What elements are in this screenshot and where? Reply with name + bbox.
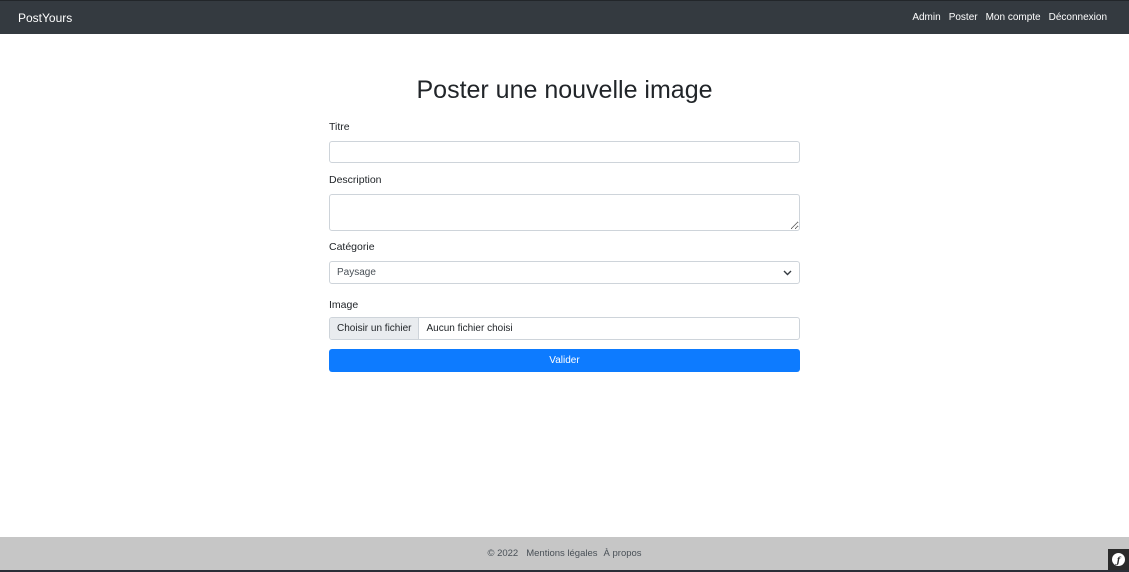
footer-legal-link[interactable]: Mentions légales [526, 548, 597, 559]
page-footer: © 2022 Mentions légales À propos [0, 537, 1129, 570]
symfony-toolbar-icon[interactable]: ƒ [1108, 549, 1129, 570]
submit-button[interactable]: Valider [329, 349, 800, 372]
title-label: Titre [329, 121, 350, 133]
chevron-down-icon [783, 268, 792, 278]
image-label: Image [329, 299, 359, 311]
choose-file-button[interactable]: Choisir un fichier [330, 318, 420, 339]
nav-links: Admin Poster Mon compte Déconnexion [908, 12, 1111, 23]
nav-link-deconnexion[interactable]: Déconnexion [1045, 12, 1111, 23]
nav-link-admin[interactable]: Admin [908, 12, 944, 23]
footer-about-link[interactable]: À propos [604, 548, 642, 559]
category-select[interactable]: Paysage [329, 261, 800, 284]
page-title: Poster une nouvelle image [416, 76, 713, 104]
main-content: Poster une nouvelle image Titre Descript… [329, 34, 800, 372]
post-image-form: Titre Description Catégorie Paysage Imag… [329, 120, 800, 372]
file-status-text: Aucun fichier choisi [426, 323, 513, 334]
category-selected-value: Paysage [337, 267, 376, 278]
title-input[interactable] [329, 141, 800, 163]
top-navbar: PostYours Admin Poster Mon compte Déconn… [0, 0, 1129, 34]
nav-link-poster[interactable]: Poster [945, 12, 982, 23]
nav-link-mon-compte[interactable]: Mon compte [982, 12, 1045, 23]
brand-link[interactable]: PostYours [18, 11, 72, 25]
description-textarea[interactable] [329, 194, 800, 231]
image-file-input[interactable]: Choisir un fichier Aucun fichier choisi [329, 317, 800, 340]
description-label: Description [329, 174, 382, 186]
symfony-logo-icon: ƒ [1112, 553, 1125, 566]
footer-copyright: © 2022 [487, 548, 519, 559]
category-label: Catégorie [329, 241, 375, 253]
